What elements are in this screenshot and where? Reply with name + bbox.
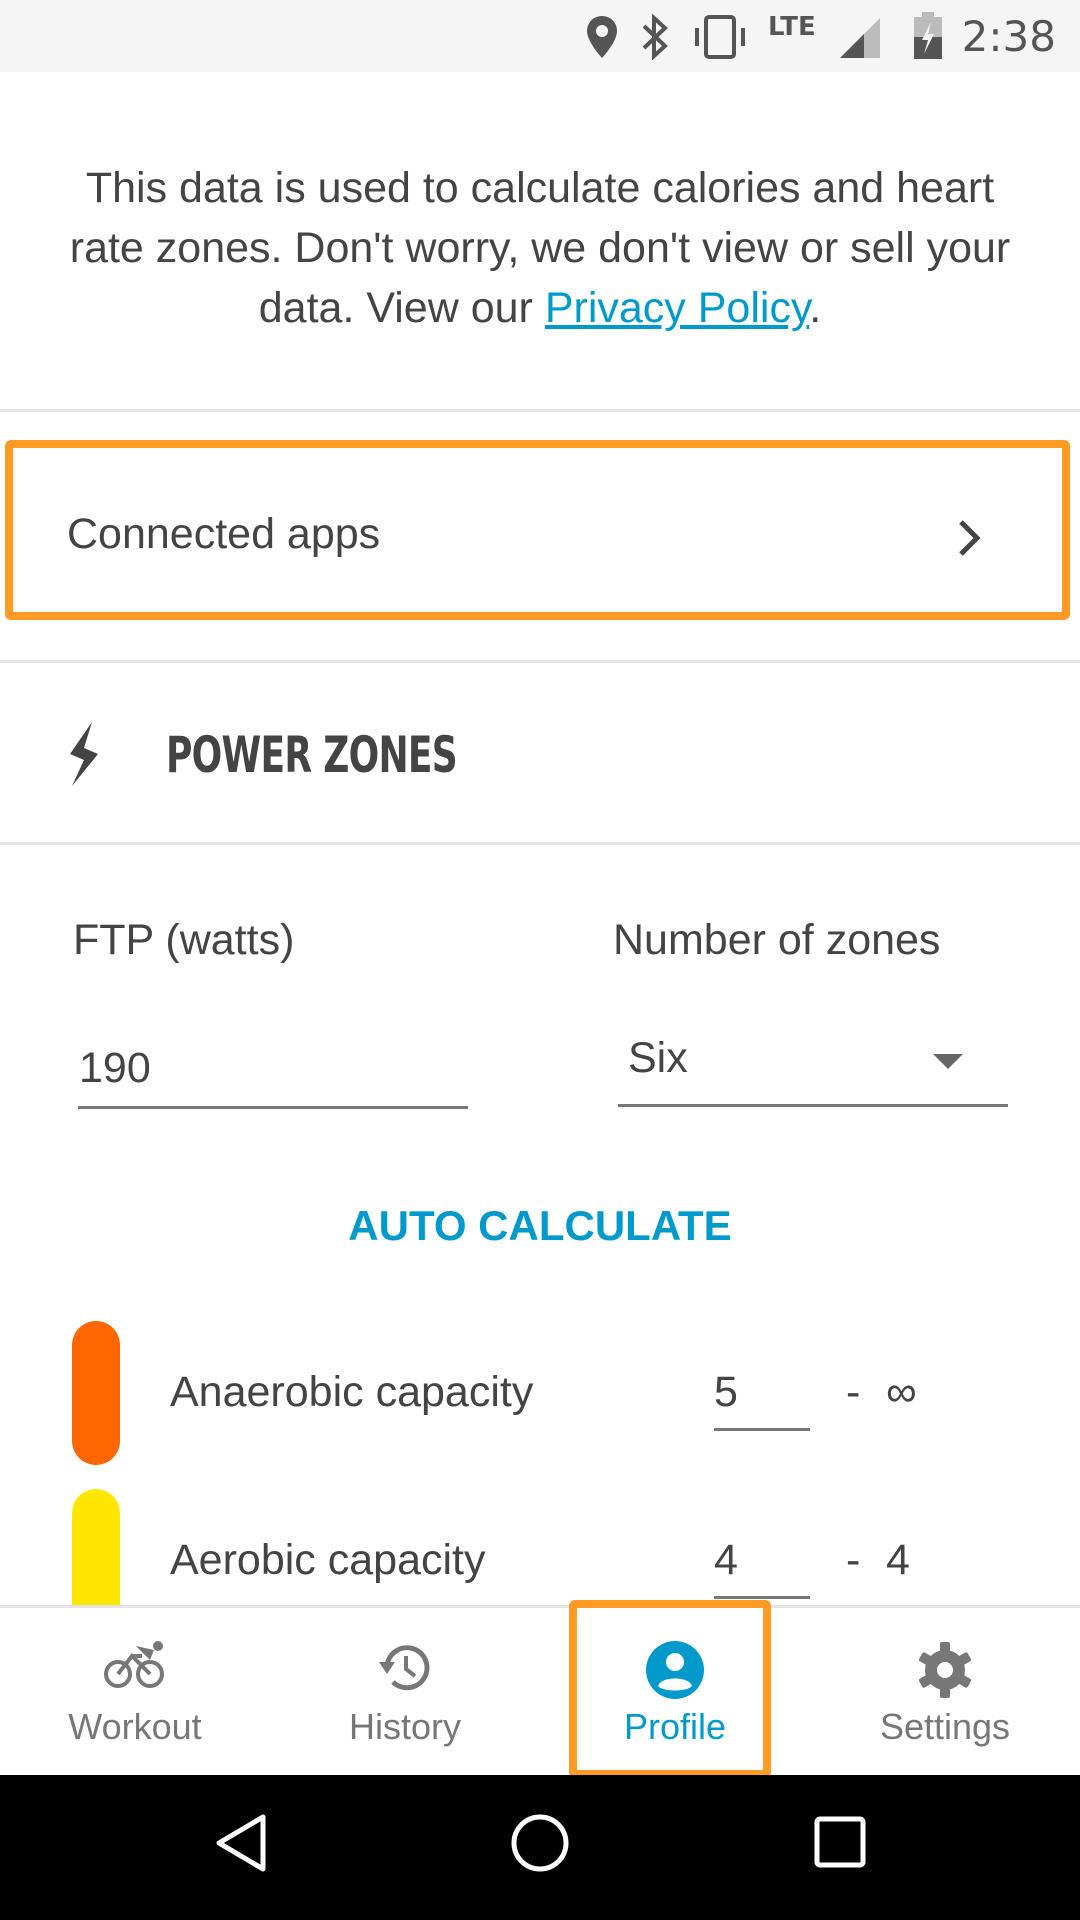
zone-color-bar: [72, 1321, 120, 1465]
zones-dropdown-underline: [618, 1104, 1008, 1107]
zone-dash: -: [846, 1536, 861, 1584]
nav-label: History: [348, 1706, 461, 1747]
profile-highlight-box: [569, 1600, 771, 1778]
privacy-notice-text: This data is used to calculate calories …: [69, 164, 1011, 332]
privacy-notice: This data is used to calculate calories …: [60, 158, 1020, 338]
system-nav-bar: [0, 1775, 1080, 1920]
lightning-bolt-icon: [70, 722, 98, 786]
zone-min-input[interactable]: 4: [714, 1536, 738, 1585]
auto-calculate-button[interactable]: AUTO CALCULATE: [0, 1202, 1080, 1250]
zone-name: Anaerobic capacity: [170, 1368, 534, 1416]
bluetooth-icon: [642, 14, 668, 60]
nav-item-history[interactable]: History: [270, 1608, 540, 1778]
dropdown-arrow-icon[interactable]: [933, 1054, 963, 1069]
ftp-label: FTP (watts): [73, 916, 295, 964]
vibrate-icon: [695, 15, 745, 59]
home-icon[interactable]: [510, 1813, 570, 1873]
battery-charging-icon: [914, 12, 942, 59]
location-icon: [587, 16, 617, 58]
zone-dash: -: [846, 1368, 861, 1416]
section-title: POWER ZONES: [166, 726, 458, 784]
nav-item-settings[interactable]: Settings: [810, 1608, 1080, 1778]
chevron-right-icon: [959, 520, 981, 556]
divider: [0, 660, 1080, 663]
bottom-nav: Workout History Profile Settings: [0, 1605, 1080, 1778]
nav-label: Settings: [879, 1706, 1011, 1747]
zone-min-underline: [714, 1428, 810, 1431]
zone-max: 4: [886, 1536, 910, 1584]
back-icon[interactable]: [213, 1813, 269, 1873]
privacy-policy-link[interactable]: Privacy Policy: [545, 284, 809, 332]
ftp-input-underline: [78, 1106, 468, 1109]
recents-icon[interactable]: [813, 1815, 867, 1869]
signal-icon: [840, 18, 880, 58]
zones-count-label: Number of zones: [613, 916, 941, 964]
zone-min-underline: [714, 1596, 810, 1599]
nav-item-workout[interactable]: Workout: [0, 1608, 270, 1778]
divider: [0, 842, 1080, 845]
privacy-notice-end: .: [809, 284, 822, 332]
zones-count-value[interactable]: Six: [628, 1034, 688, 1083]
zone-max: ∞: [886, 1368, 917, 1416]
history-icon: [379, 1645, 430, 1691]
nav-label: Workout: [68, 1706, 202, 1747]
connected-apps-label: Connected apps: [67, 510, 381, 558]
bicycle-icon: [104, 1641, 164, 1688]
gear-icon: [918, 1642, 972, 1698]
clock: 2:38: [961, 12, 1056, 61]
ftp-value[interactable]: 190: [79, 1044, 151, 1093]
divider: [0, 409, 1080, 412]
status-bar: LTE 2:38: [0, 0, 1080, 72]
zone-name: Aerobic capacity: [170, 1536, 486, 1584]
lte-icon: LTE: [768, 12, 816, 42]
zone-min-input[interactable]: 5: [714, 1368, 738, 1417]
